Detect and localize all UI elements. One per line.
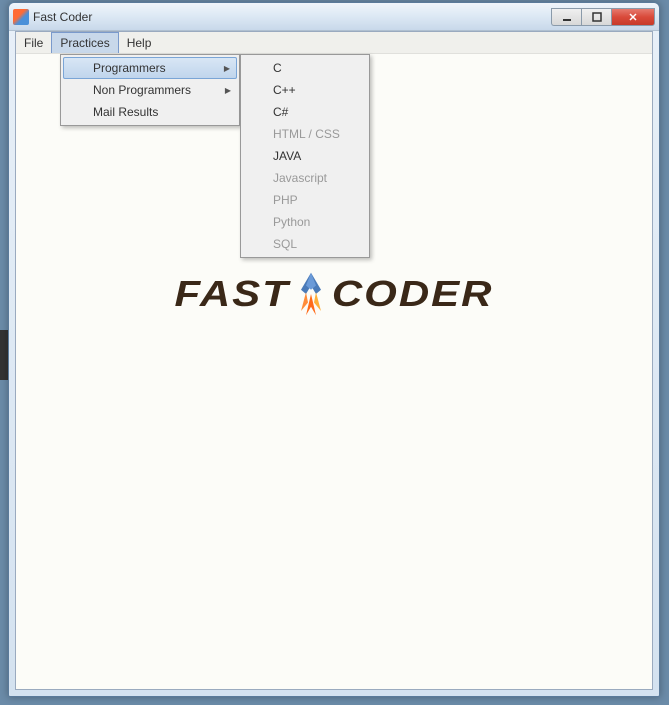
menu-item-python[interactable]: Python — [243, 211, 367, 233]
menu-item-label: JAVA — [273, 149, 301, 163]
menu-item-label: C# — [273, 105, 288, 119]
menu-item-label: Javascript — [273, 171, 327, 185]
menu-item-label: SQL — [273, 237, 297, 251]
menu-item-mail-results[interactable]: Mail Results — [63, 101, 237, 123]
menu-practices[interactable]: Practices — [51, 32, 118, 53]
close-button[interactable] — [611, 8, 655, 26]
menu-item-javascript[interactable]: Javascript — [243, 167, 367, 189]
menu-item-sql[interactable]: SQL — [243, 233, 367, 255]
menu-item-php[interactable]: PHP — [243, 189, 367, 211]
client-area: File Practices Help FAST CODER — [15, 31, 653, 690]
menu-item-programmers[interactable]: Programmers ▶ — [63, 57, 237, 79]
submenu-arrow-icon: ▶ — [225, 86, 231, 95]
menu-item-label: C++ — [273, 83, 296, 97]
logo-text-left: FAST — [174, 274, 289, 315]
menu-help[interactable]: Help — [119, 32, 160, 53]
menu-file[interactable]: File — [16, 32, 51, 53]
logo-text-right: CODER — [332, 274, 494, 315]
menu-item-cpp[interactable]: C++ — [243, 79, 367, 101]
menu-item-csharp[interactable]: C# — [243, 101, 367, 123]
minimize-icon — [562, 12, 572, 22]
menu-item-label: Non Programmers — [93, 83, 191, 97]
menu-item-java[interactable]: JAVA — [243, 145, 367, 167]
minimize-button[interactable] — [551, 8, 581, 26]
background-edge — [0, 330, 8, 380]
logo: FAST CODER — [174, 269, 493, 320]
dropdown-programmers: C C++ C# HTML / CSS JAVA Javascript PHP … — [240, 54, 370, 258]
window-controls — [551, 8, 655, 26]
titlebar[interactable]: Fast Coder — [9, 3, 659, 31]
close-icon — [628, 12, 638, 22]
maximize-icon — [592, 12, 602, 22]
menu-item-non-programmers[interactable]: Non Programmers ▶ — [63, 79, 237, 101]
menu-item-html-css[interactable]: HTML / CSS — [243, 123, 367, 145]
menu-item-label: HTML / CSS — [273, 127, 340, 141]
rocket-icon — [286, 269, 336, 320]
menu-item-label: Python — [273, 215, 310, 229]
main-window: Fast Coder File Practices Help FAST — [8, 2, 660, 697]
dropdown-practices: Programmers ▶ Non Programmers ▶ Mail Res… — [60, 54, 240, 126]
maximize-button[interactable] — [581, 8, 611, 26]
menubar: File Practices Help — [16, 32, 652, 54]
menu-item-label: Programmers — [93, 61, 166, 75]
menu-item-label: Mail Results — [93, 105, 158, 119]
submenu-arrow-icon: ▶ — [224, 64, 230, 73]
menu-item-c[interactable]: C — [243, 57, 367, 79]
app-icon — [13, 9, 29, 25]
window-title: Fast Coder — [33, 10, 551, 24]
menu-item-label: PHP — [273, 193, 298, 207]
menu-item-label: C — [273, 61, 282, 75]
